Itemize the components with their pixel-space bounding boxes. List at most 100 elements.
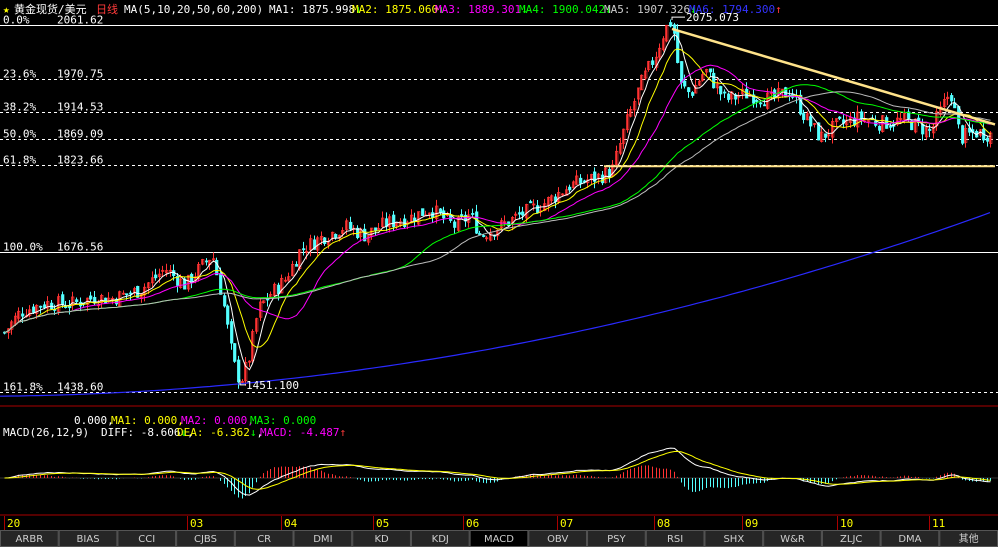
candle-body (205, 260, 209, 263)
candle-body (223, 295, 227, 307)
candle-body (712, 72, 716, 89)
month-label-3: 05 (376, 517, 389, 530)
month-label-5: 07 (560, 517, 573, 530)
candle-body (986, 137, 990, 142)
fib-pct-6: 161.8% (3, 381, 43, 394)
candle-body (129, 292, 133, 295)
candle-body (237, 359, 241, 383)
candle-body (878, 125, 882, 131)
candle-body (536, 205, 540, 214)
candle-body (518, 212, 522, 215)
tab-dma[interactable]: DMA (880, 530, 940, 547)
tab-psy[interactable]: PSY (587, 530, 646, 547)
ma-item-1: MA1: 1875.998↓ (269, 3, 362, 16)
candle-body (928, 128, 932, 131)
candle-body (471, 213, 475, 215)
indicator-tab-bar: ARBR BIAS CCI CJBS CR DMI KD KDJ MACD OBV PSY RSI SH… (0, 530, 998, 547)
candle-body (230, 321, 234, 344)
macd-diff-line (4, 447, 991, 496)
candle-body (439, 208, 443, 213)
candle-body (482, 235, 486, 237)
ma-params: MA(5,10,20,50,60,200) (124, 3, 263, 16)
candle-body (759, 102, 763, 105)
candle-body (32, 306, 36, 313)
ma1-line (4, 33, 991, 371)
candle-body (727, 93, 731, 100)
month-label-7: 09 (745, 517, 758, 530)
tab-label: ARBR (16, 534, 44, 545)
fib-pct-2: 38.2% (3, 101, 36, 114)
candle-body (683, 80, 687, 87)
tab-zljc[interactable]: ZLJC (821, 530, 881, 547)
fib-price-4: 1823.66 (57, 154, 103, 167)
tab-label: KDJ (432, 534, 449, 545)
tab-macd[interactable]: MACD (469, 530, 529, 547)
candle-body (374, 227, 378, 231)
tab-shx[interactable]: SHX (704, 530, 764, 547)
month-label-2: 04 (284, 517, 298, 530)
month-axis: 20 03 04 05 06 07 08 09 10 11 (4, 516, 945, 530)
fib-pct-0: 0.0% (3, 14, 30, 27)
tab-label: W&R (780, 534, 805, 545)
candle-body (219, 273, 223, 295)
tab-kdj[interactable]: KDJ (410, 530, 470, 547)
candle-body (89, 295, 93, 300)
candle-body (680, 61, 684, 83)
tab-label: DMA (898, 534, 921, 545)
low-label: 1451.100 (246, 379, 299, 392)
tab-kd[interactable]: KD (352, 530, 411, 547)
month-label-6: 08 (657, 517, 670, 530)
candle-body (75, 299, 79, 303)
fib-price-2: 1914.53 (57, 101, 103, 114)
ma-item-4: MA4: 1900.042↓ (519, 3, 612, 16)
tab-bias[interactable]: BIAS (58, 530, 118, 547)
tab-label: CR (257, 534, 271, 545)
tab-label: ZLJC (840, 534, 862, 545)
candle-body (719, 86, 723, 95)
tab-arbr[interactable]: ARBR (0, 530, 59, 547)
tab-rsi[interactable]: RSI (645, 530, 705, 547)
candle-body (295, 264, 299, 267)
candle-body (478, 233, 482, 235)
tab-cr[interactable]: CR (234, 530, 294, 547)
tab-label: 其他 (959, 532, 979, 545)
tab-label: CCI (138, 534, 155, 545)
candle-body (860, 111, 864, 120)
candle-body (323, 237, 327, 244)
candle-body (21, 313, 25, 317)
fib-price-0: 2061.62 (57, 14, 103, 27)
trend-resistance-line (671, 27, 996, 126)
candle-body (961, 125, 965, 144)
tab-dmi[interactable]: DMI (293, 530, 353, 547)
candle-body (529, 201, 533, 204)
macd-value: MACD: -4.487↑ (260, 426, 346, 439)
candle-body (669, 22, 673, 27)
tab-wandr[interactable]: W&R (763, 530, 822, 547)
candle-body (453, 221, 457, 228)
ma-item-3: MA3: 1889.301↓ (435, 3, 528, 16)
fib-pct-3: 50.0% (3, 128, 36, 141)
tab-cci[interactable]: CCI (117, 530, 177, 547)
tab-obv[interactable]: OBV (528, 530, 588, 547)
macd-name: MACD(26,12,9) (3, 426, 89, 439)
candle-body (687, 87, 691, 93)
fib-pct-5: 100.0% (3, 241, 43, 254)
ma-item-2: MA2: 1875.060↓ (352, 3, 445, 16)
candle-body (651, 60, 655, 65)
candle-body (226, 305, 230, 325)
candle-body (709, 68, 713, 73)
candle-body (579, 177, 583, 184)
candle-body (233, 343, 237, 362)
candle-body (349, 221, 353, 230)
month-label-8: 10 (840, 517, 853, 530)
candle-body (824, 133, 828, 138)
candle-body (475, 211, 479, 234)
candle-body (763, 104, 767, 107)
tab-其他[interactable]: 其他 (939, 530, 998, 547)
tab-label: OBV (547, 534, 568, 545)
candle-body (889, 125, 893, 128)
ma2-line (4, 48, 991, 348)
ma3-line (4, 64, 991, 334)
tab-cjbs[interactable]: CJBS (176, 530, 235, 547)
candle-body (125, 293, 129, 296)
